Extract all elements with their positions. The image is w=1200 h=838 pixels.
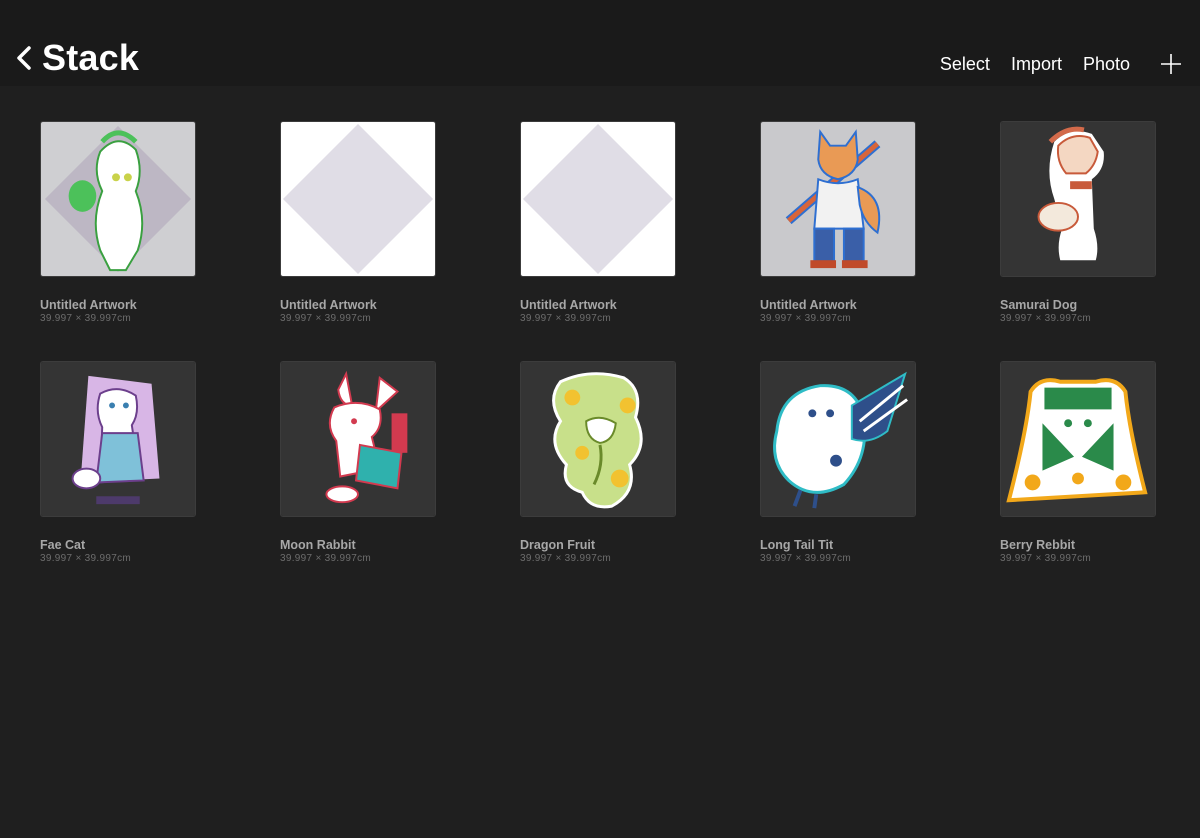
artwork-preview-image: [761, 362, 915, 516]
plus-icon[interactable]: [1160, 53, 1182, 75]
artwork-card[interactable]: Untitled Artwork 39.997 × 39.997cm: [280, 121, 437, 325]
artwork-preview-image: [521, 362, 675, 516]
page-title: Stack: [42, 37, 140, 78]
photo-button[interactable]: Photo: [1083, 52, 1130, 76]
artwork-thumbnail[interactable]: [280, 361, 436, 517]
artwork-card[interactable]: Untitled Artwork 39.997 × 39.997cm: [760, 121, 917, 325]
artwork-thumbnail[interactable]: [40, 361, 196, 517]
artwork-dimensions: 39.997 × 39.997cm: [760, 313, 851, 324]
artwork-card[interactable]: Untitled Artwork 39.997 × 39.997cm: [520, 121, 677, 325]
artwork-dimensions: 39.997 × 39.997cm: [40, 553, 131, 564]
artwork-dimensions: 39.997 × 39.997cm: [520, 553, 611, 564]
artwork-thumbnail[interactable]: [1000, 121, 1156, 277]
artwork-name: Untitled Artwork: [40, 298, 137, 312]
artwork-preview-image: [1001, 362, 1155, 516]
artwork-name: Untitled Artwork: [520, 298, 617, 312]
artwork-dimensions: 39.997 × 39.997cm: [760, 553, 851, 564]
artwork-dimensions: 39.997 × 39.997cm: [280, 553, 371, 564]
artwork-preview-image: [41, 122, 195, 276]
artwork-preview-image: [1001, 122, 1155, 276]
empty-canvas-placeholder: [281, 122, 435, 276]
artwork-card[interactable]: Berry Rebbit 39.997 × 39.997cm: [1000, 361, 1157, 565]
artwork-preview-image: [41, 362, 195, 516]
artwork-card[interactable]: Fae Cat 39.997 × 39.997cm: [40, 361, 197, 565]
toolbar-actions: Select Import Photo: [919, 52, 1182, 76]
artwork-name: Dragon Fruit: [520, 538, 595, 552]
artwork-dimensions: 39.997 × 39.997cm: [520, 313, 611, 324]
artwork-dimensions: 39.997 × 39.997cm: [1000, 313, 1091, 324]
artwork-name: Berry Rebbit: [1000, 538, 1076, 552]
artwork-name: Untitled Artwork: [760, 298, 857, 312]
artwork-name: Long Tail Tit: [760, 538, 834, 552]
artwork-thumbnail[interactable]: [760, 361, 916, 517]
artwork-name: Untitled Artwork: [280, 298, 377, 312]
artwork-thumbnail[interactable]: [280, 121, 436, 277]
artwork-name: Samurai Dog: [1000, 298, 1078, 312]
artwork-card[interactable]: Moon Rabbit 39.997 × 39.997cm: [280, 361, 437, 565]
artwork-name: Moon Rabbit: [280, 538, 356, 552]
import-button[interactable]: Import: [1011, 52, 1062, 76]
artwork-thumbnail[interactable]: [40, 121, 196, 277]
artwork-preview-image: [281, 362, 435, 516]
top-bar: Stack Select Import Photo: [0, 0, 1200, 86]
artwork-dimensions: 39.997 × 39.997cm: [280, 313, 371, 324]
artwork-thumbnail[interactable]: [520, 121, 676, 277]
artwork-thumbnail[interactable]: [1000, 361, 1156, 517]
back-button[interactable]: Stack: [14, 38, 139, 78]
artwork-dimensions: 39.997 × 39.997cm: [1000, 553, 1091, 564]
chevron-left-icon: [17, 46, 31, 70]
artwork-card[interactable]: Samurai Dog 39.997 × 39.997cm: [1000, 121, 1157, 325]
artwork-preview-image: [761, 122, 915, 276]
artwork-card[interactable]: Long Tail Tit 39.997 × 39.997cm: [760, 361, 917, 565]
artwork-card[interactable]: Dragon Fruit 39.997 × 39.997cm: [520, 361, 677, 565]
artwork-thumbnail[interactable]: [520, 361, 676, 517]
select-button[interactable]: Select: [940, 52, 990, 76]
artwork-name: Fae Cat: [40, 538, 86, 552]
artwork-dimensions: 39.997 × 39.997cm: [40, 313, 131, 324]
empty-canvas-placeholder: [521, 122, 675, 276]
artwork-card[interactable]: Untitled Artwork 39.997 × 39.997cm: [40, 121, 197, 325]
artwork-thumbnail[interactable]: [760, 121, 916, 277]
